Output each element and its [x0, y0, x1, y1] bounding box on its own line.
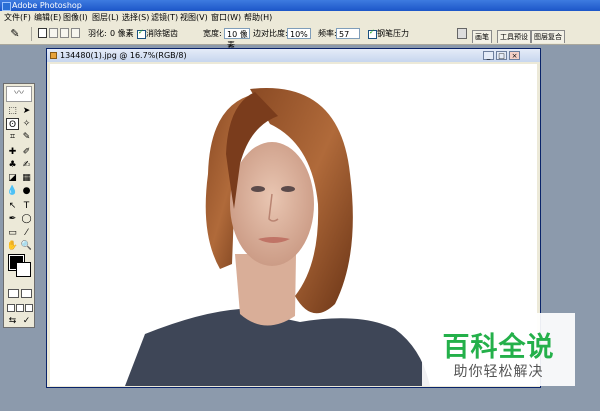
blur-icon[interactable]: 💧	[6, 185, 19, 197]
app-title-bar: Adobe Photoshop	[0, 0, 600, 11]
width-field[interactable]: 10 像素	[224, 28, 250, 50]
subtract-selection-icon[interactable]	[60, 28, 69, 38]
menu-layer[interactable]: 图层(L)	[92, 11, 119, 24]
antialias-checkbox[interactable]	[137, 28, 146, 39]
menu-filter[interactable]: 滤镜(T)	[151, 11, 178, 24]
feather-label: 羽化:	[88, 29, 107, 38]
menu-image[interactable]: 图像(I)	[63, 11, 88, 24]
separator	[31, 27, 32, 41]
antialias-label: 消除锯齿	[146, 29, 178, 38]
photoshop-app-icon	[2, 2, 11, 11]
type-tool-icon[interactable]: T	[20, 200, 33, 212]
close-button[interactable]: ×	[509, 51, 520, 60]
screen-mode-full-icon[interactable]	[25, 304, 33, 312]
menu-file[interactable]: 文件(F)	[4, 11, 31, 24]
zoom-tool-icon[interactable]: 🔍	[20, 240, 33, 252]
feather-value[interactable]: 0 像素	[110, 24, 134, 44]
move-tool-icon[interactable]: ➤	[20, 105, 33, 117]
hand-tool-icon[interactable]: ✋	[6, 240, 19, 252]
menu-help[interactable]: 帮助(H)	[244, 11, 272, 24]
menu-view[interactable]: 视图(V)	[180, 11, 208, 24]
screen-mode-full-menu-icon[interactable]	[16, 304, 24, 312]
screen-mode-standard-icon[interactable]	[7, 304, 15, 312]
document-title-bar[interactable]: 134480(1).jpg @ 16.7%(RGB/8) _ □ ×	[47, 49, 540, 62]
menu-edit[interactable]: 编辑(E)	[34, 11, 61, 24]
edge-contrast-field[interactable]: 10%	[287, 28, 311, 39]
palette-well-icon[interactable]	[457, 28, 467, 39]
watermark-subtitle: 助你轻松解决	[453, 364, 544, 380]
lasso-tool-icon[interactable]: ʘ	[6, 118, 19, 130]
dodge-icon[interactable]: ●	[20, 185, 33, 197]
pen-pressure-checkbox[interactable]	[368, 28, 377, 39]
crop-tool-icon[interactable]: ⌗	[6, 131, 19, 143]
imageready-icon[interactable]: ✓	[20, 315, 33, 327]
toolbox: 〰 ⬚ ➤ ʘ ✧ ⌗ ✎ ✚ ✐ ♣ ✍ ◪ ▦ 💧 ● ↖ T ✒ ◯ ▭ …	[3, 83, 35, 328]
tab-tool-presets[interactable]: 工具预设	[497, 30, 531, 43]
pen-tool-icon[interactable]: ✒	[6, 213, 19, 225]
minimize-button[interactable]: _	[483, 51, 494, 60]
clone-stamp-icon[interactable]: ♣	[6, 159, 19, 171]
pen-pressure-label: 钢笔压力	[377, 29, 409, 38]
menu-bar: 文件(F) 编辑(E) 图像(I) 图层(L) 选择(S) 滤镜(T) 视图(V…	[0, 11, 600, 25]
app-title: Adobe Photoshop	[12, 1, 82, 10]
width-label: 宽度:	[203, 29, 222, 38]
path-select-icon[interactable]: ↖	[6, 200, 19, 212]
menu-select[interactable]: 选择(S)	[122, 11, 149, 24]
document-title: 134480(1).jpg @ 16.7%(RGB/8)	[60, 51, 187, 60]
healing-brush-icon[interactable]: ✚	[6, 146, 19, 158]
quick-mask-mode-icon[interactable]	[21, 289, 32, 298]
frequency-label: 频率:	[318, 29, 337, 38]
jump-to-imageready-icon[interactable]: ⇆	[6, 315, 19, 327]
gradient-icon[interactable]: ▦	[20, 172, 33, 184]
shape-tool-icon[interactable]: ◯	[20, 213, 33, 225]
new-selection-icon[interactable]	[38, 28, 47, 38]
frequency-field[interactable]: 57	[336, 28, 360, 39]
eyedropper-icon[interactable]: ⁄	[20, 227, 33, 239]
document-icon	[50, 52, 57, 59]
watermark: 百科全说 助你轻松解决	[422, 313, 575, 386]
standard-mode-icon[interactable]	[8, 289, 19, 298]
eraser-icon[interactable]: ◪	[6, 172, 19, 184]
intersect-selection-icon[interactable]	[71, 28, 80, 38]
slice-tool-icon[interactable]: ✎	[20, 131, 33, 143]
menu-window[interactable]: 窗口(W)	[211, 11, 241, 24]
background-color-swatch[interactable]	[16, 262, 31, 277]
magic-wand-tool-icon[interactable]: ✧	[20, 118, 33, 130]
feather-logo-icon[interactable]: 〰	[6, 86, 32, 102]
tab-brushes[interactable]: 画笔	[472, 30, 492, 43]
tool-preset-picker-icon[interactable]: ✎	[8, 27, 22, 41]
edge-contrast-label: 边对比度:	[253, 29, 288, 38]
maximize-button[interactable]: □	[496, 51, 507, 60]
brush-tool-icon[interactable]: ✐	[20, 146, 33, 158]
add-selection-icon[interactable]	[49, 28, 58, 38]
notes-icon[interactable]: ▭	[6, 227, 19, 239]
history-brush-icon[interactable]: ✍	[20, 159, 33, 171]
marquee-tool-icon[interactable]: ⬚	[6, 105, 19, 117]
watermark-logo: 百科全说	[442, 332, 555, 363]
tab-layer-comps[interactable]: 图层复合	[531, 30, 565, 43]
